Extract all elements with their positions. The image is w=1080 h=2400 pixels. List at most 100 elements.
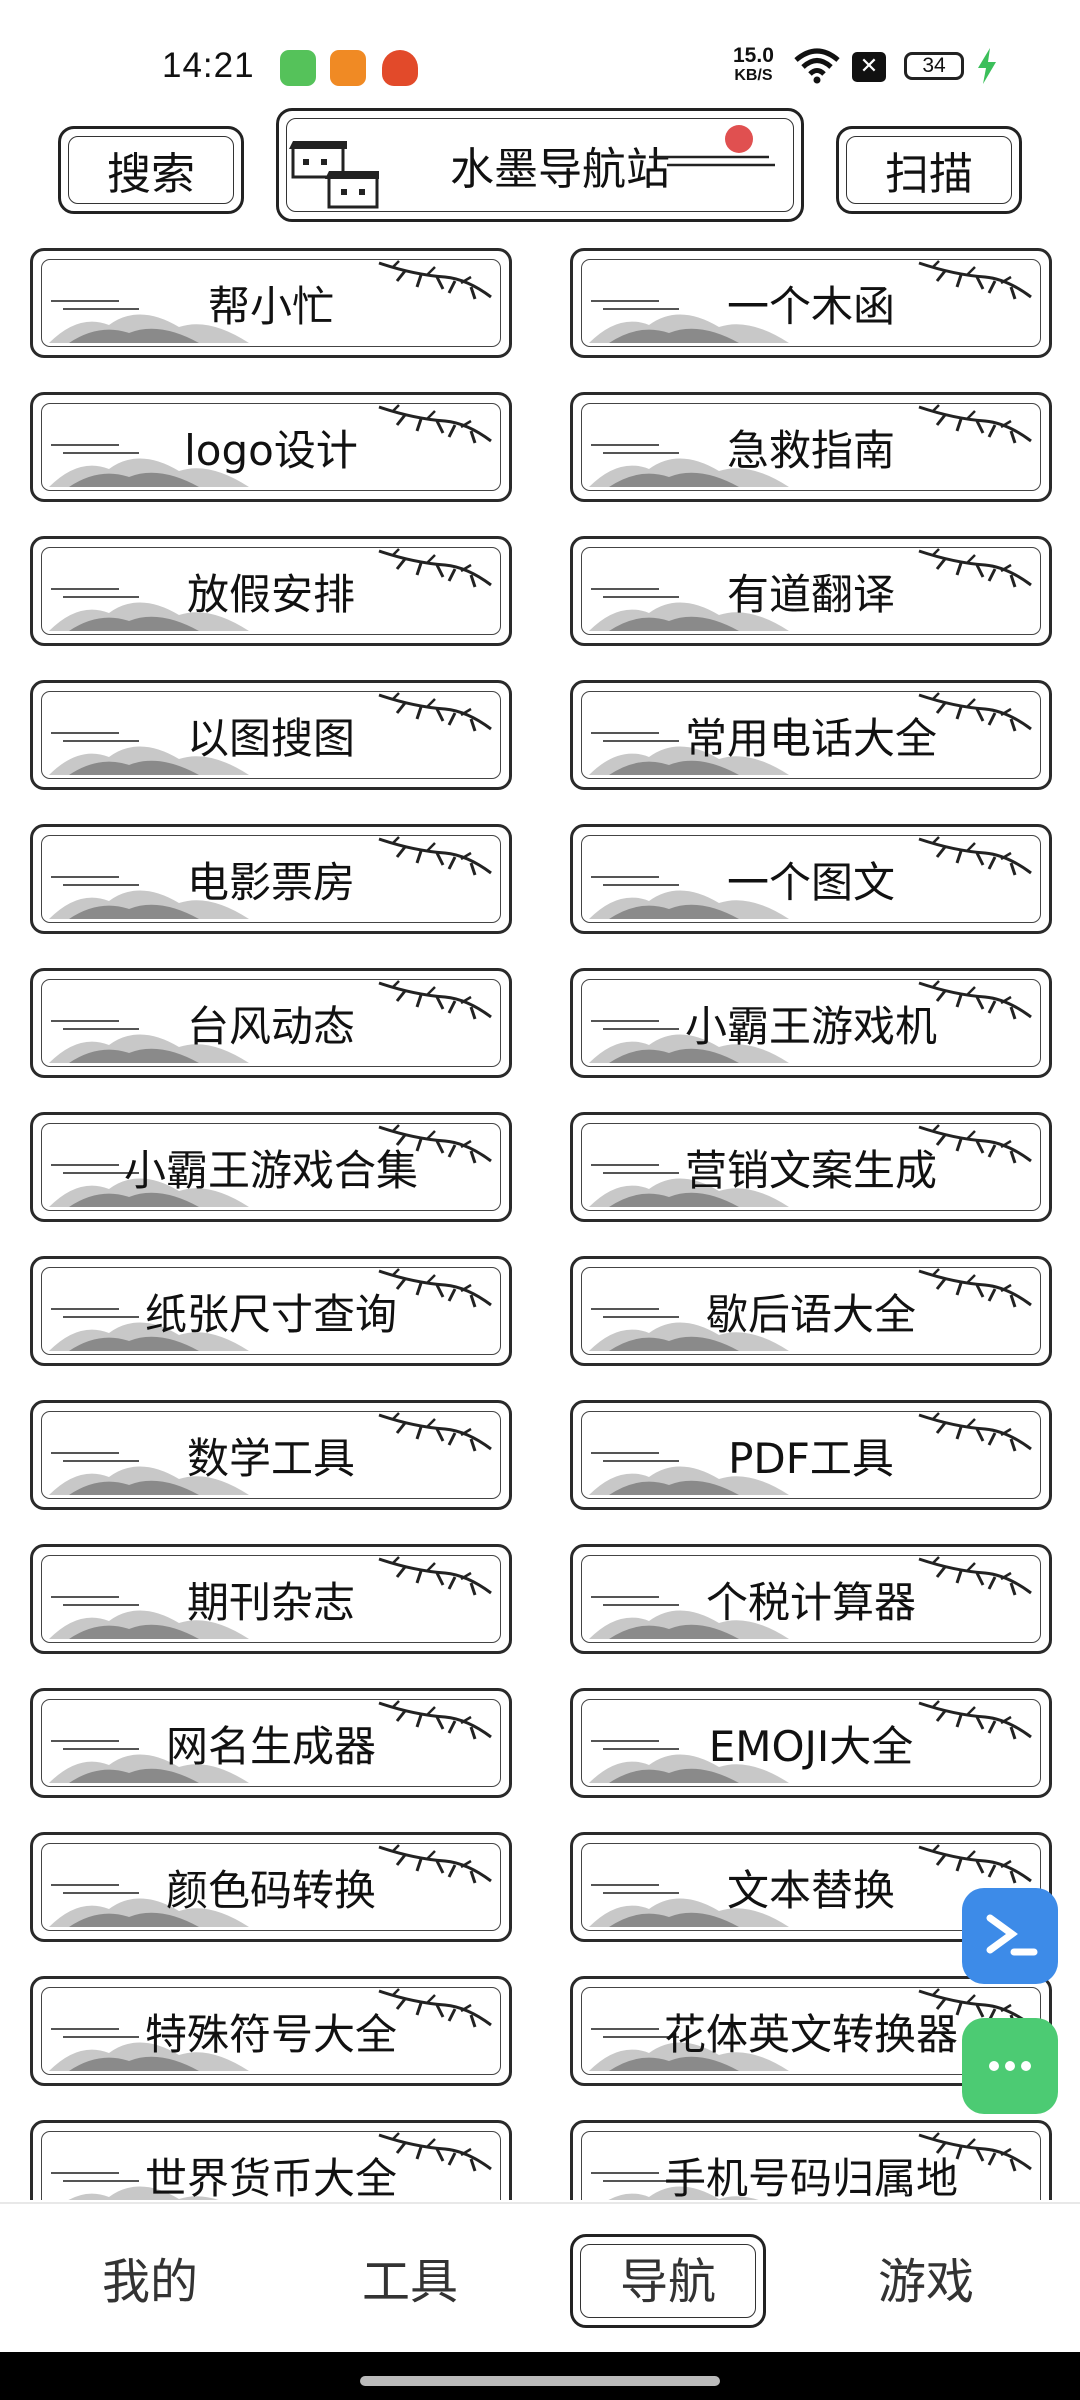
tool-card[interactable]: 常用电话大全: [570, 680, 1052, 790]
ink-branch-icon: [378, 692, 492, 732]
tool-card[interactable]: 以图搜图: [30, 680, 512, 790]
tool-card[interactable]: 一个木函: [570, 248, 1052, 358]
ink-branch-icon: [378, 260, 492, 300]
tool-card-label: 电影票房: [186, 857, 355, 907]
tool-card-label: 特殊符号大全: [144, 2009, 397, 2059]
tool-card-label: 小霸王游戏合集: [123, 1145, 418, 1195]
tool-card-label: PDF工具: [728, 1433, 894, 1483]
more-dots-icon: [989, 2061, 1031, 2071]
tool-card-label: 放假安排: [186, 569, 355, 619]
ink-branch-icon: [918, 404, 1032, 444]
tool-card-label: 歇后语大全: [705, 1289, 916, 1339]
tool-grid: 帮小忙 一个木函 logo设计 急救指南放假安排 有道翻译以图搜图 常用电话大全电影票房 一…: [0, 240, 1080, 2200]
ink-branch-icon: [378, 980, 492, 1020]
tool-card-label: 急救指南: [726, 425, 895, 475]
wechat-icon: [280, 50, 316, 86]
tool-card[interactable]: 急救指南: [570, 392, 1052, 502]
tool-card-label: 网名生成器: [165, 1721, 376, 1771]
tool-card[interactable]: 个税计算器: [570, 1544, 1052, 1654]
title-banner: 水墨导航站: [276, 108, 804, 222]
tool-card[interactable]: 放假安排: [30, 536, 512, 646]
tool-card[interactable]: logo设计: [30, 392, 512, 502]
ink-branch-icon: [918, 836, 1032, 876]
scan-button-label: 扫描: [885, 149, 973, 200]
tool-card[interactable]: 纸张尺寸查询: [30, 1256, 512, 1366]
tool-card[interactable]: 帮小忙: [30, 248, 512, 358]
ink-branch-icon: [918, 1268, 1032, 1308]
tool-card[interactable]: 数学工具: [30, 1400, 512, 1510]
ink-branch-icon: [378, 836, 492, 876]
search-button-label: 搜索: [107, 149, 195, 200]
search-button[interactable]: 搜索: [58, 126, 244, 214]
x-icon: ✕: [852, 52, 886, 82]
tool-card-label: 世界货币大全: [144, 2153, 397, 2201]
nav-item-tools[interactable]: 工具: [362, 2242, 458, 2312]
clock: 14:21: [162, 46, 255, 85]
tool-card-label: 纸张尺寸查询: [144, 1289, 397, 1339]
charging-bolt-icon: [978, 48, 996, 84]
tool-card[interactable]: 小霸王游戏机: [570, 968, 1052, 1078]
tool-card-label: 个税计算器: [705, 1577, 916, 1627]
camera-app-icon: [330, 50, 366, 86]
bag-app-icon: [382, 50, 418, 86]
tool-card[interactable]: 颜色码转换: [30, 1832, 512, 1942]
tool-card-label: 期刊杂志: [186, 1577, 355, 1627]
ink-branch-icon: [378, 1412, 492, 1452]
network-speed-value: 15.0: [733, 44, 774, 67]
ink-branch-icon: [918, 1700, 1032, 1740]
network-speed: 15.0 KB/S: [733, 44, 774, 86]
tool-card[interactable]: 小霸王游戏合集: [30, 1112, 512, 1222]
tool-card[interactable]: 一个图文: [570, 824, 1052, 934]
tool-card-label: 一个木函: [726, 281, 895, 331]
tool-card[interactable]: 营销文案生成: [570, 1112, 1052, 1222]
ink-branch-icon: [378, 1556, 492, 1596]
tool-card[interactable]: 台风动态: [30, 968, 512, 1078]
ink-branch-icon: [918, 1556, 1032, 1596]
ink-houses-icon: [289, 141, 379, 209]
network-speed-unit: KB/S: [734, 67, 773, 84]
wifi-icon: [794, 48, 840, 84]
tool-card[interactable]: 特殊符号大全: [30, 1976, 512, 2086]
terminal-shortcut-button[interactable]: [962, 1888, 1058, 1984]
tool-card-label: 有道翻译: [726, 569, 895, 619]
tool-card-label: logo设计: [184, 425, 358, 475]
tool-card-label: 数学工具: [186, 1433, 355, 1483]
tool-card-label: 以图搜图: [186, 713, 355, 763]
bottom-nav: 我的 工具 导航 游戏: [0, 2202, 1080, 2354]
battery-icon: 34: [904, 52, 964, 80]
tool-card-label: EMOJI大全: [708, 1721, 914, 1771]
ink-branch-icon: [378, 1844, 492, 1884]
tool-card[interactable]: 歇后语大全: [570, 1256, 1052, 1366]
scan-button[interactable]: 扫描: [836, 126, 1022, 214]
page-title: 水墨导航站: [450, 144, 670, 195]
ink-branch-icon: [918, 1412, 1032, 1452]
ink-branch-icon: [918, 260, 1032, 300]
ink-branch-icon: [918, 548, 1032, 588]
tool-card[interactable]: 世界货币大全: [30, 2120, 512, 2200]
ink-branch-icon: [378, 548, 492, 588]
ink-branch-icon: [378, 1700, 492, 1740]
tool-card-label: 常用电话大全: [684, 713, 937, 763]
status-bar: 14:21 15.0 KB/S ✕ 34: [0, 0, 1080, 100]
tool-card-label: 小霸王游戏机: [684, 1001, 937, 1051]
home-indicator[interactable]: [360, 2376, 720, 2386]
tool-card[interactable]: 网名生成器: [30, 1688, 512, 1798]
nav-item-navigation[interactable]: 导航: [620, 2242, 716, 2312]
nav-item-games[interactable]: 游戏: [878, 2242, 974, 2312]
tool-card-label: 一个图文: [726, 857, 895, 907]
nav-item-mine[interactable]: 我的: [102, 2242, 198, 2312]
tool-card-label: 颜色码转换: [165, 1865, 376, 1915]
tool-card-label: 手机号码归属地: [663, 2153, 958, 2201]
tool-card[interactable]: 手机号码归属地: [570, 2120, 1052, 2200]
ink-sun-icon: [649, 125, 775, 167]
tool-card[interactable]: PDF工具: [570, 1400, 1052, 1510]
tool-card[interactable]: 期刊杂志: [30, 1544, 512, 1654]
tool-card[interactable]: 电影票房: [30, 824, 512, 934]
tool-card-label: 花体英文转换器: [663, 2009, 958, 2059]
tool-card-label: 营销文案生成: [684, 1145, 937, 1195]
battery-level: 34: [922, 54, 946, 77]
tool-card[interactable]: EMOJI大全: [570, 1688, 1052, 1798]
tool-card-label: 文本替换: [726, 1865, 895, 1915]
tool-card[interactable]: 有道翻译: [570, 536, 1052, 646]
chat-shortcut-button[interactable]: [962, 2018, 1058, 2114]
